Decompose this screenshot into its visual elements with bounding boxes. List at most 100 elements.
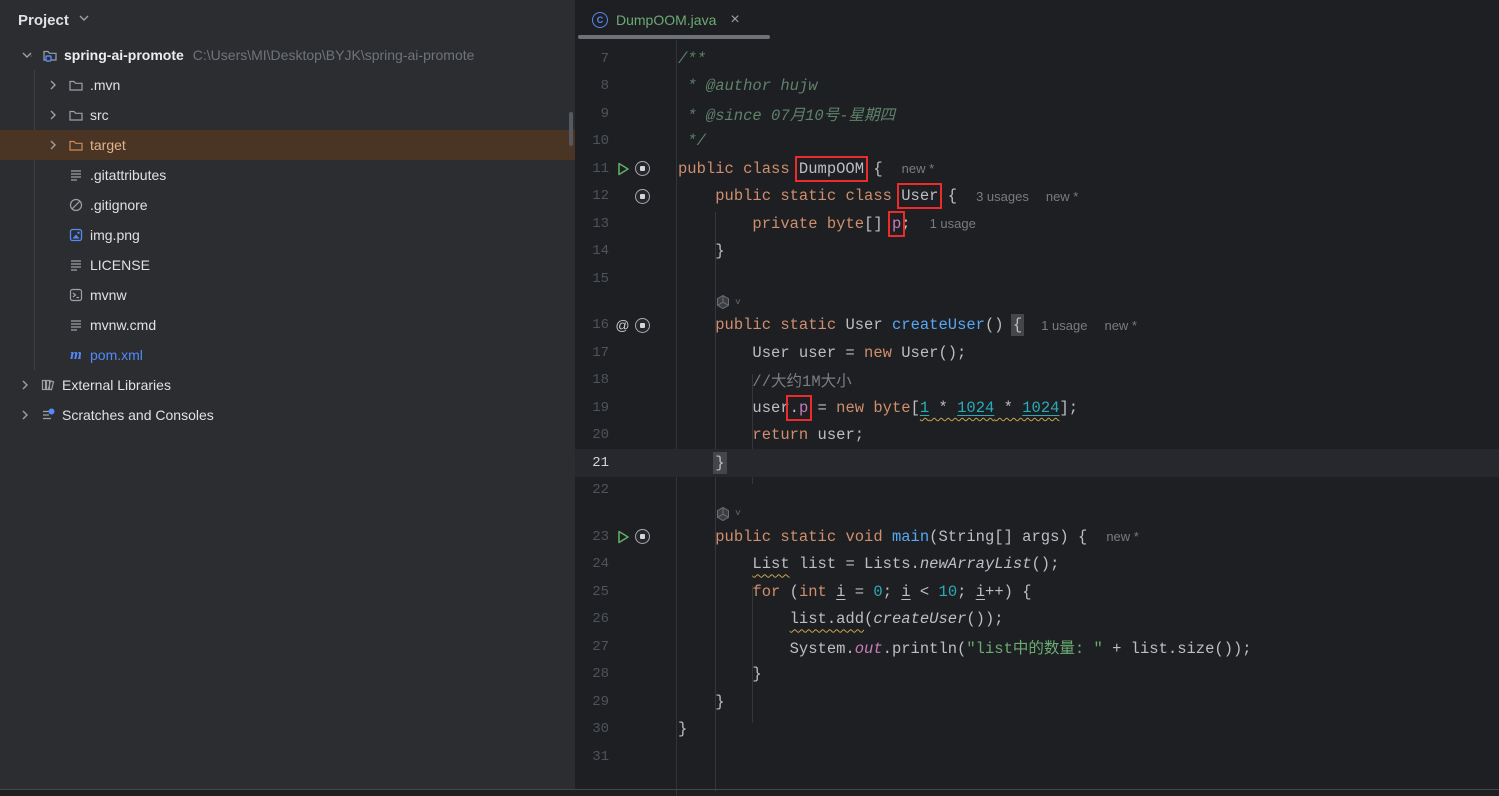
code-line-24[interactable]: 24 List list = Lists.newArrayList(); xyxy=(575,551,1499,579)
code-line-10[interactable]: 10 */ xyxy=(575,128,1499,156)
chevron-right-icon[interactable] xyxy=(14,407,36,423)
line-number[interactable]: 22 xyxy=(575,482,609,498)
line-number[interactable]: 18 xyxy=(575,372,609,388)
tree-item-mvnw.cmd[interactable]: mvnw.cmd xyxy=(0,310,575,340)
hint[interactable]: 1 usage xyxy=(930,216,976,231)
ai-assistant-icon[interactable] xyxy=(715,506,731,522)
code-line-13[interactable]: 13 private byte[] p; 1 usage xyxy=(575,210,1499,238)
class-gutter-icon[interactable] xyxy=(634,160,651,177)
code-text: return user; xyxy=(678,426,864,444)
code-line-30[interactable]: 30} xyxy=(575,716,1499,744)
tree-item-license[interactable]: LICENSE xyxy=(0,250,575,280)
tree-item-label: pom.xml xyxy=(90,347,143,363)
code-line-20[interactable]: 20 return user; xyxy=(575,422,1499,450)
hint[interactable]: 3 usages xyxy=(976,189,1029,204)
line-number[interactable]: 24 xyxy=(575,556,609,572)
editor-tab[interactable]: C DumpOOM.java × xyxy=(575,0,770,40)
line-number[interactable]: 20 xyxy=(575,427,609,443)
code-editor[interactable]: 7/** 8 * @author hujw 9 * @since 07月10号-星期… xyxy=(575,40,1499,796)
class-gutter-icon[interactable] xyxy=(634,317,651,334)
chevron-right-icon[interactable] xyxy=(14,377,36,393)
line-number[interactable]: 12 xyxy=(575,188,609,204)
line-number[interactable]: 10 xyxy=(575,133,609,149)
class-gutter-icon[interactable] xyxy=(634,528,651,545)
line-number[interactable]: 25 xyxy=(575,584,609,600)
run-button[interactable] xyxy=(614,160,631,177)
code-line-11[interactable]: 11 public class DumpOOM {new * xyxy=(575,155,1499,183)
code-line-29[interactable]: 29 } xyxy=(575,688,1499,716)
chevron-down-icon[interactable] xyxy=(16,47,38,63)
code-line-7[interactable]: 7 /** xyxy=(575,45,1499,73)
code-line-27[interactable]: 27 System.out.println("list中的数量: " + lis… xyxy=(575,633,1499,661)
chevron-down-icon[interactable]: ˅ xyxy=(735,297,741,308)
line-number[interactable]: 23 xyxy=(575,529,609,545)
tree-item-mvnw[interactable]: mvnw xyxy=(0,280,575,310)
chevron-right-icon[interactable] xyxy=(42,77,64,93)
line-number[interactable]: 17 xyxy=(575,345,609,361)
line-number[interactable]: 13 xyxy=(575,216,609,232)
chevron-right-icon[interactable] xyxy=(42,137,64,153)
line-number[interactable]: 16 xyxy=(575,317,609,333)
line-number[interactable]: 7 xyxy=(575,51,609,67)
hint[interactable]: new * xyxy=(1104,318,1137,333)
hint[interactable]: new * xyxy=(902,161,935,176)
hint[interactable]: new * xyxy=(1046,189,1079,204)
annotation-gutter-icon[interactable]: @ xyxy=(614,317,631,334)
code-line-25[interactable]: 25 for (int i = 0; i < 10; i++) { xyxy=(575,578,1499,606)
code-line-21[interactable]: 21 } xyxy=(575,449,1499,477)
tree-item-.mvn[interactable]: .mvn xyxy=(0,70,575,100)
line-number[interactable]: 11 xyxy=(575,161,609,177)
code-vision-hints[interactable]: 1 usage new * xyxy=(1041,318,1137,333)
code-line-31[interactable]: 31 xyxy=(575,743,1499,771)
chevron-down-icon[interactable]: ˅ xyxy=(735,508,741,519)
code-line-8[interactable]: 8 * @author hujw xyxy=(575,73,1499,101)
code-line-23[interactable]: 23 public static void main(String[] args… xyxy=(575,523,1499,551)
class-gutter-icon[interactable] xyxy=(634,188,651,205)
line-number[interactable]: 27 xyxy=(575,639,609,655)
tree-item-src[interactable]: src xyxy=(0,100,575,130)
code-line-9[interactable]: 9 * @since 07月10号-星期四 xyxy=(575,100,1499,128)
line-number[interactable]: 19 xyxy=(575,400,609,416)
tree-item-img.png[interactable]: img.png xyxy=(0,220,575,250)
line-number[interactable]: 28 xyxy=(575,666,609,682)
code-line-22[interactable]: 22 xyxy=(575,477,1499,505)
tree-item-.gitignore[interactable]: .gitignore xyxy=(0,190,575,220)
code-line-28[interactable]: 28 } xyxy=(575,661,1499,689)
hint[interactable]: 1 usage xyxy=(1041,318,1087,333)
code-vision-hints[interactable]: 1 usage xyxy=(930,216,976,231)
project-panel-header[interactable]: Project xyxy=(0,0,575,40)
code-vision-hints[interactable]: 3 usages new * xyxy=(976,189,1078,204)
run-button[interactable] xyxy=(614,528,631,545)
code-line-18[interactable]: 18 //大约1M大小 xyxy=(575,367,1499,395)
line-number[interactable]: 29 xyxy=(575,694,609,710)
line-number[interactable]: 15 xyxy=(575,271,609,287)
code-vision-hints[interactable]: new * xyxy=(1106,529,1139,544)
code-line-15[interactable]: 15 xyxy=(575,265,1499,293)
tree-item-.gitattributes[interactable]: .gitattributes xyxy=(0,160,575,190)
tree-item-target[interactable]: target xyxy=(0,130,575,160)
code-line-14[interactable]: 14 } xyxy=(575,238,1499,266)
code-line-19[interactable]: 19 user.p = new byte[1 * 1024 * 1024]; xyxy=(575,394,1499,422)
tree-item-spring-ai-promote[interactable]: spring-ai-promote C:\Users\MI\Desktop\BYJ… xyxy=(0,40,575,70)
code-vision-hints[interactable]: new * xyxy=(902,161,935,176)
line-number[interactable]: 9 xyxy=(575,106,609,122)
hint[interactable]: new * xyxy=(1106,529,1139,544)
panel-scrollbar-thumb[interactable] xyxy=(569,112,573,146)
tree-item-scratches-and-consoles[interactable]: Scratches and Consoles xyxy=(0,400,575,430)
line-number[interactable]: 31 xyxy=(575,749,609,765)
code-line-12[interactable]: 12 public static class User {3 usages new… xyxy=(575,183,1499,211)
ai-assistant-icon[interactable] xyxy=(715,294,731,310)
chevron-down-icon[interactable] xyxy=(76,10,92,31)
chevron-right-icon[interactable] xyxy=(42,107,64,123)
line-number[interactable]: 14 xyxy=(575,243,609,259)
close-icon[interactable]: × xyxy=(730,12,739,28)
line-number[interactable]: 21 xyxy=(575,455,609,471)
line-number[interactable]: 30 xyxy=(575,721,609,737)
line-number[interactable]: 26 xyxy=(575,611,609,627)
code-line-17[interactable]: 17 User user = new User(); xyxy=(575,339,1499,367)
line-number[interactable]: 8 xyxy=(575,78,609,94)
code-line-26[interactable]: 26 list.add(createUser()); xyxy=(575,606,1499,634)
tree-item-external-libraries[interactable]: External Libraries xyxy=(0,370,575,400)
tree-item-pom.xml[interactable]: m pom.xml xyxy=(0,340,575,370)
code-line-16[interactable]: 16 @ public static User createUser() {1 u… xyxy=(575,312,1499,340)
